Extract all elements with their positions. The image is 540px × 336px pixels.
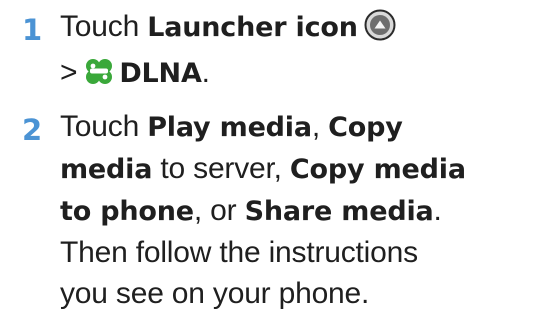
step-line: Touch Play media, Copy bbox=[60, 106, 532, 148]
text-launcher-icon: Launcher icon bbox=[147, 12, 358, 43]
step-line: to phone, or Share media. bbox=[60, 190, 532, 232]
text-to-phone: to phone bbox=[60, 196, 194, 227]
step-line: Then follow the instructions bbox=[60, 232, 532, 273]
text-instructions: Then follow the instructions bbox=[60, 236, 418, 269]
text-or: , or bbox=[193, 194, 245, 227]
text-to-server: to server, bbox=[152, 152, 290, 185]
step-text: Touch Play media, Copy media to server, … bbox=[60, 106, 532, 314]
step-line: you see on your phone. bbox=[60, 273, 532, 314]
step-1: 1 Touch Launcher icon > DLNA. bbox=[22, 6, 532, 98]
dlna-icon bbox=[83, 55, 115, 98]
step-2: 2 Touch Play media, Copy media to server… bbox=[22, 106, 532, 314]
text-touch: Touch bbox=[60, 10, 148, 43]
text-see-on-phone: you see on your phone. bbox=[60, 277, 370, 310]
text-separator: > bbox=[60, 56, 78, 89]
text-copy: Copy bbox=[328, 112, 403, 143]
step-text: Touch Launcher icon > DLNA. bbox=[60, 6, 532, 98]
step-line: > DLNA. bbox=[60, 52, 532, 98]
text-share-media: Share media bbox=[244, 196, 434, 227]
launcher-icon bbox=[364, 9, 396, 52]
step-line: Touch Launcher icon bbox=[60, 6, 532, 52]
step-line: media to server, Copy media bbox=[60, 148, 532, 190]
step-number: 1 bbox=[22, 13, 43, 47]
text-comma: , bbox=[311, 110, 329, 143]
text-touch: Touch bbox=[60, 110, 148, 143]
text-media: media bbox=[60, 154, 153, 185]
text-period: . bbox=[433, 194, 442, 227]
text-dlna: DLNA bbox=[119, 58, 202, 89]
text-play-media: Play media bbox=[147, 112, 312, 143]
text-copy-media: Copy media bbox=[289, 154, 466, 185]
text-period: . bbox=[201, 56, 210, 89]
step-number: 2 bbox=[22, 113, 43, 147]
